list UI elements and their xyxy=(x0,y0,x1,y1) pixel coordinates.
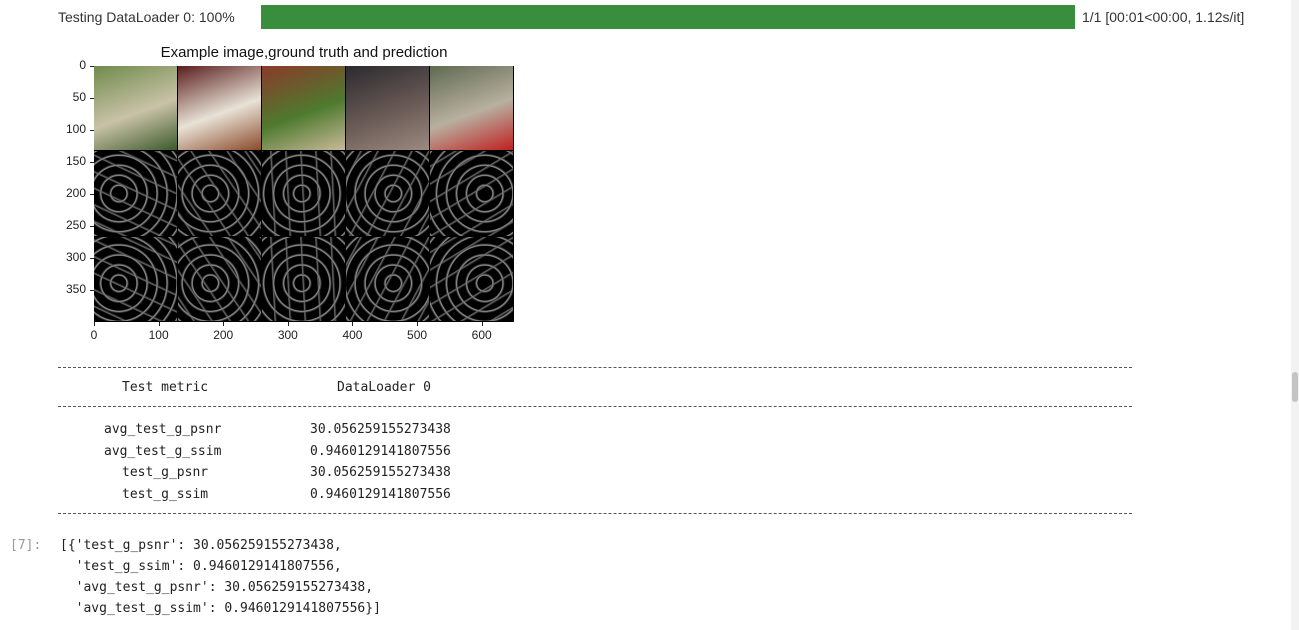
header-metric: Test metric xyxy=(122,380,209,395)
y-tick-label: 200 xyxy=(65,186,86,200)
prediction-tile xyxy=(430,236,513,321)
x-tick-mark xyxy=(223,322,225,326)
y-tick-mark xyxy=(90,162,94,163)
metric-name: test_g_psnr xyxy=(122,465,209,480)
progress-fill xyxy=(261,5,1075,29)
scrollbar-thumb[interactable] xyxy=(1292,372,1298,402)
x-tick-mark xyxy=(417,322,419,326)
metric-value: 30.056259155273438 xyxy=(310,422,451,437)
x-tick-label: 600 xyxy=(471,328,492,342)
x-tick-mark xyxy=(352,322,354,326)
example-image-tile xyxy=(94,66,177,151)
y-tick-mark xyxy=(90,258,94,259)
figure-title: Example image,ground truth and predictio… xyxy=(160,44,448,61)
example-figure: Example image,ground truth and predictio… xyxy=(58,44,528,349)
table-rule-bottom xyxy=(58,513,1132,514)
x-tick-mark xyxy=(287,322,289,326)
ground-truth-tile xyxy=(262,151,345,236)
ground-truth-tile xyxy=(346,151,429,236)
progress-bar xyxy=(261,5,1075,29)
example-image-tile xyxy=(262,66,345,151)
example-image-tile xyxy=(346,66,429,151)
prediction-tile xyxy=(346,236,429,321)
metric-name: test_g_ssim xyxy=(122,487,209,502)
table-rule-top xyxy=(58,367,1132,368)
output-prompt: [7]: xyxy=(10,538,42,553)
ground-truth-tile xyxy=(430,151,513,236)
x-tick-label: 500 xyxy=(407,328,428,342)
y-tick-mark xyxy=(90,98,94,99)
metric-name: avg_test_g_psnr xyxy=(104,422,222,437)
prediction-tile xyxy=(178,236,261,321)
metric-name: avg_test_g_ssim xyxy=(104,444,222,459)
y-tick-label: 150 xyxy=(65,154,86,168)
y-tick-mark xyxy=(90,290,94,291)
ground-truth-tile xyxy=(94,151,177,236)
scrollbar[interactable] xyxy=(1291,0,1299,630)
x-tick-label: 300 xyxy=(277,328,298,342)
table-rule-mid xyxy=(58,406,1132,407)
progress-label: Testing DataLoader 0: 100% xyxy=(58,9,235,25)
prediction-tile xyxy=(94,236,177,321)
y-tick-mark xyxy=(90,130,94,131)
image-grid xyxy=(94,66,514,322)
x-tick-label: 400 xyxy=(342,328,363,342)
y-tick-label: 250 xyxy=(65,218,86,232)
x-tick-mark xyxy=(158,322,160,326)
metric-value: 0.9460129141807556 xyxy=(310,444,451,459)
x-tick-mark xyxy=(481,322,483,326)
output-line: [{'test_g_psnr': 30.056259155273438, xyxy=(60,538,342,553)
x-tick-label: 100 xyxy=(148,328,169,342)
y-tick-label: 0 xyxy=(79,58,86,72)
example-image-tile xyxy=(430,66,513,151)
metric-value: 30.056259155273438 xyxy=(310,465,451,480)
y-tick-mark xyxy=(90,66,94,67)
x-tick-mark xyxy=(94,322,95,326)
y-tick-label: 100 xyxy=(65,122,86,136)
y-tick-label: 300 xyxy=(65,250,86,264)
y-tick-label: 350 xyxy=(65,282,86,296)
ground-truth-tile xyxy=(178,151,261,236)
x-tick-label: 200 xyxy=(213,328,234,342)
y-tick-mark xyxy=(90,226,94,227)
output-line: 'test_g_ssim': 0.9460129141807556, xyxy=(60,559,342,574)
prediction-tile xyxy=(262,236,345,321)
example-image-tile xyxy=(178,66,261,151)
x-tick-label: 0 xyxy=(90,328,98,342)
y-tick-mark xyxy=(90,194,94,195)
y-tick-label: 50 xyxy=(72,90,86,104)
output-line: 'avg_test_g_psnr': 30.056259155273438, xyxy=(60,580,374,595)
progress-row: Testing DataLoader 0: 100% 1/1 [00:01<00… xyxy=(58,4,1278,30)
progress-stats: 1/1 [00:01<00:00, 1.12s/it] xyxy=(1082,9,1245,25)
metric-value: 0.9460129141807556 xyxy=(310,487,451,502)
header-dataloader: DataLoader 0 xyxy=(337,380,431,395)
output-line: 'avg_test_g_ssim': 0.9460129141807556}] xyxy=(60,601,381,616)
